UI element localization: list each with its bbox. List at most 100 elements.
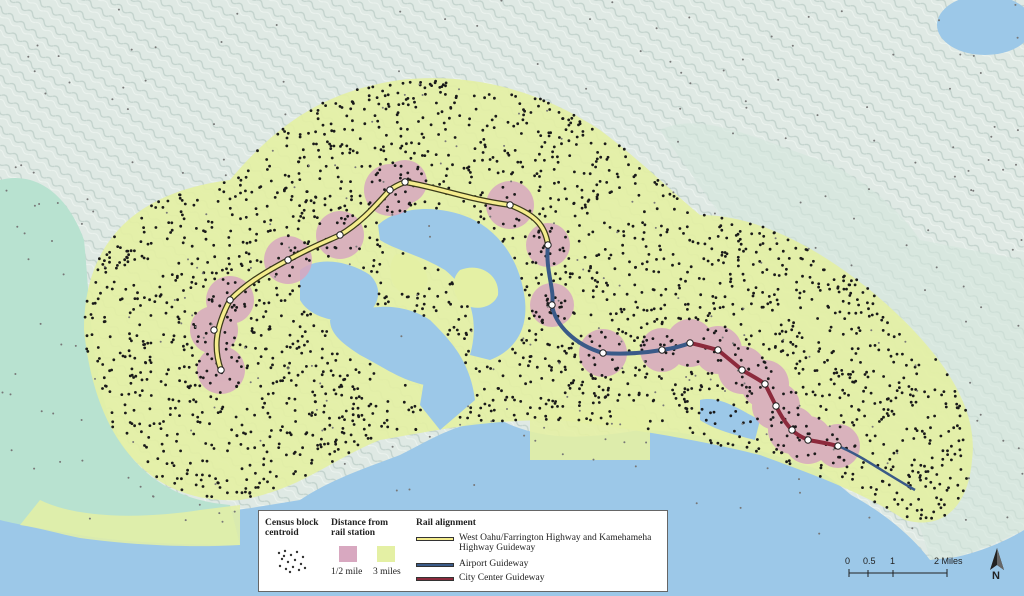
census-centroid xyxy=(194,400,198,404)
census-centroid xyxy=(265,158,269,161)
census-centroid xyxy=(633,236,637,240)
census-centroid xyxy=(541,318,544,322)
census-centroid xyxy=(538,406,542,410)
census-centroid xyxy=(828,393,831,397)
census-centroid xyxy=(462,166,466,170)
census-centroid xyxy=(5,189,8,192)
census-centroid xyxy=(189,384,192,388)
census-centroid xyxy=(716,441,720,445)
census-centroid xyxy=(303,343,306,347)
census-centroid xyxy=(59,460,62,463)
census-centroid xyxy=(375,221,378,225)
census-centroid xyxy=(314,413,317,416)
census-centroid xyxy=(855,418,859,421)
census-centroid xyxy=(531,260,534,264)
census-centroid xyxy=(976,419,979,422)
census-centroid xyxy=(142,256,146,260)
census-centroid xyxy=(309,350,312,353)
census-centroid xyxy=(652,270,656,273)
census-centroid xyxy=(592,458,595,461)
census-centroid xyxy=(283,130,286,133)
census-centroid xyxy=(174,279,178,282)
census-centroid xyxy=(563,365,567,369)
census-centroid xyxy=(862,389,865,393)
census-centroid xyxy=(768,247,772,251)
census-centroid xyxy=(421,154,424,157)
census-centroid xyxy=(267,327,271,331)
census-centroid xyxy=(367,86,371,90)
census-centroid xyxy=(702,257,706,261)
map-figure: Census block centroid Distance from rail… xyxy=(0,0,1024,596)
census-centroid xyxy=(661,194,665,198)
census-centroid xyxy=(872,369,875,373)
census-centroid xyxy=(423,266,427,270)
census-centroid xyxy=(298,133,302,136)
census-centroid xyxy=(658,244,661,248)
census-centroid xyxy=(821,394,824,398)
census-centroid xyxy=(272,486,275,490)
census-centroid xyxy=(724,390,726,392)
census-centroid xyxy=(428,435,431,438)
census-centroid xyxy=(249,430,253,434)
census-centroid xyxy=(280,242,284,246)
census-centroid xyxy=(234,308,237,312)
census-centroid xyxy=(337,416,341,420)
census-centroid xyxy=(414,105,418,109)
census-centroid xyxy=(143,296,146,299)
census-centroid xyxy=(712,410,716,414)
census-centroid xyxy=(660,377,663,380)
census-centroid xyxy=(956,496,960,500)
census-centroid xyxy=(664,316,667,320)
census-centroid xyxy=(186,468,190,472)
census-centroid xyxy=(119,246,122,250)
census-centroid xyxy=(503,149,507,153)
census-centroid xyxy=(402,400,406,404)
census-centroid xyxy=(513,398,516,402)
census-centroid xyxy=(206,261,210,264)
census-centroid xyxy=(758,329,762,333)
census-centroid xyxy=(275,380,279,384)
census-centroid xyxy=(684,303,687,306)
census-centroid xyxy=(258,186,261,189)
census-centroid xyxy=(149,241,153,245)
census-centroid xyxy=(241,240,245,244)
census-centroid xyxy=(609,378,613,381)
legend-route-west-swatch xyxy=(416,537,454,541)
census-centroid xyxy=(108,390,112,393)
census-centroid xyxy=(134,391,137,394)
census-centroid xyxy=(201,272,204,275)
census-centroid xyxy=(116,264,119,267)
census-centroid xyxy=(543,426,546,429)
census-centroid xyxy=(842,458,846,462)
census-centroid xyxy=(582,172,586,175)
census-centroid xyxy=(624,331,628,335)
census-centroid xyxy=(699,293,703,297)
census-centroid xyxy=(310,414,313,417)
census-centroid xyxy=(539,250,543,254)
census-centroid xyxy=(868,439,872,443)
census-centroid xyxy=(249,381,252,384)
census-centroid xyxy=(887,348,890,352)
census-centroid xyxy=(356,443,360,447)
census-centroid xyxy=(351,413,355,417)
census-centroid xyxy=(596,151,599,154)
census-centroid xyxy=(595,183,599,187)
census-centroid xyxy=(782,444,786,447)
census-centroid xyxy=(866,375,870,379)
census-centroid xyxy=(882,408,886,411)
census-centroid xyxy=(182,348,186,352)
census-centroid xyxy=(305,190,309,194)
census-centroid xyxy=(180,199,184,202)
census-centroid xyxy=(491,398,495,402)
census-centroid xyxy=(355,245,358,248)
census-centroid xyxy=(648,419,652,423)
census-centroid xyxy=(469,410,472,414)
census-centroid xyxy=(517,218,521,222)
census-centroid xyxy=(677,140,679,143)
census-centroid xyxy=(534,439,537,442)
census-centroid xyxy=(237,255,241,258)
census-centroid xyxy=(182,217,186,221)
census-centroid xyxy=(578,400,582,404)
census-centroid xyxy=(254,288,258,292)
census-centroid xyxy=(136,297,139,301)
